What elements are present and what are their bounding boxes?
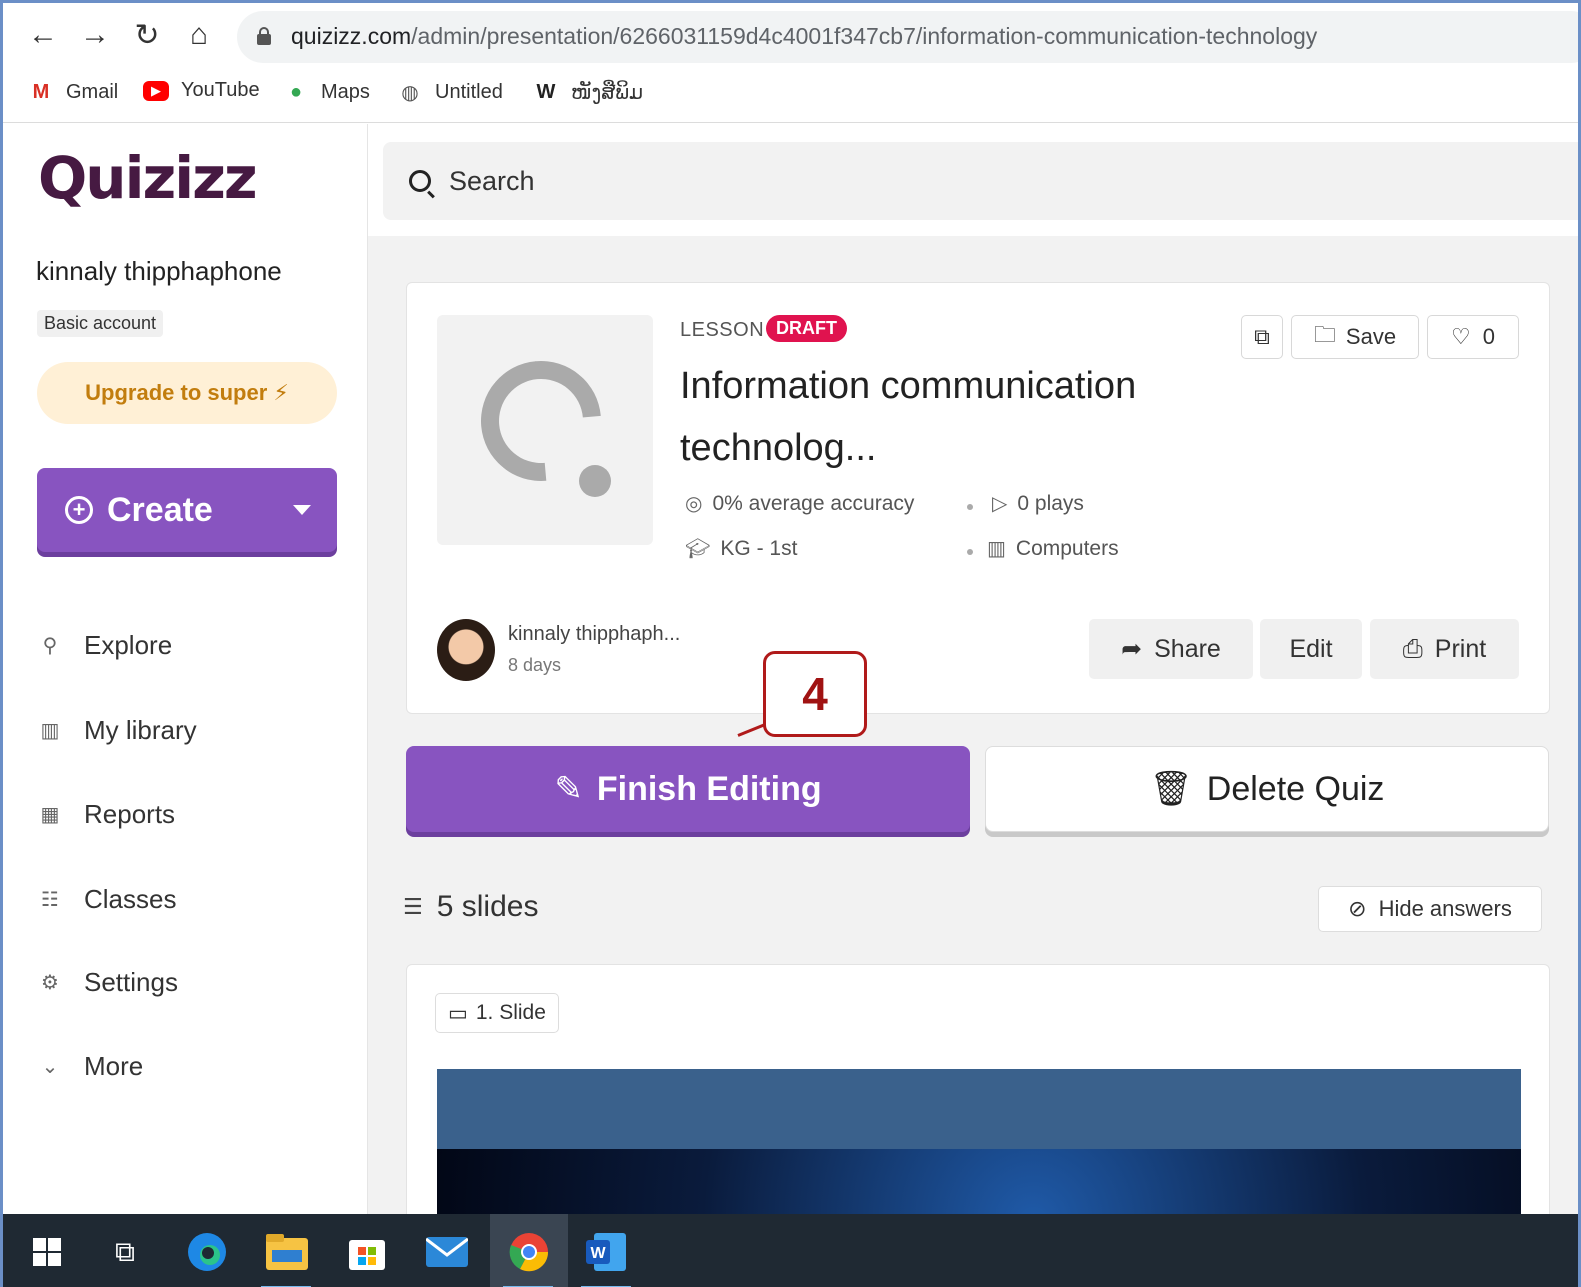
browser-toolbar: ← → ↻ ⌂ quizizz.com/admin/presentation/6… [3, 3, 1578, 69]
presentation-icon: ▭ [448, 1001, 468, 1025]
caret-down-icon [293, 505, 311, 515]
bookmark-newspaper[interactable]: W ໜັງສືພິມ [533, 79, 644, 105]
books-icon: ▥ [987, 538, 1006, 560]
target-icon: ◎ [685, 493, 703, 515]
plus-circle-icon: + [65, 496, 93, 524]
windows-start-icon[interactable] [21, 1226, 73, 1278]
taskbar: ⧉ W [3, 1214, 1578, 1287]
create-button[interactable]: + Create [37, 468, 337, 552]
sidebar: Quizizz kinnaly thipphaphone Basic accou… [6, 124, 368, 1214]
youtube-icon: ▶ [143, 80, 169, 101]
finish-editing-button[interactable]: ✎ Finish Editing [406, 746, 970, 832]
user-name: kinnaly thipphaphone [36, 256, 282, 286]
hide-answers-button[interactable]: ⊘ Hide answers [1318, 886, 1542, 932]
sidebar-item-more[interactable]: ⌄ More [36, 1051, 144, 1082]
window-frame: ← → ↻ ⌂ quizizz.com/admin/presentation/6… [0, 0, 1581, 1287]
copy-button[interactable]: ⧉ [1241, 315, 1283, 359]
forward-arrow-icon[interactable]: → [75, 15, 115, 55]
slide-tag: ▭ 1. Slide [435, 993, 559, 1033]
file-explorer-icon[interactable] [261, 1226, 313, 1278]
reports-icon: ▦ [40, 804, 60, 826]
create-label: Create [107, 490, 213, 529]
graduation-cap-icon: 🎓︎ [685, 538, 711, 560]
chevron-down-icon: ⌄ [41, 1056, 59, 1078]
sidebar-item-explore[interactable]: ⚲ Explore [36, 630, 172, 661]
sidebar-item-settings[interactable]: ⚙ Settings [36, 967, 178, 998]
explore-icon: ⚲ [42, 635, 58, 657]
bookmark-maps[interactable]: ● Maps [283, 79, 370, 105]
print-button[interactable]: ⎙ Print [1370, 619, 1519, 679]
q-dot [579, 465, 611, 497]
url-text: quizizz.com/admin/presentation/626603115… [291, 23, 1318, 49]
sidebar-item-reports[interactable]: ▦ Reports [36, 799, 176, 830]
draft-badge: DRAFT [766, 315, 847, 342]
like-button[interactable]: ♡ 0 [1427, 315, 1519, 359]
gmail-icon: M [32, 80, 50, 103]
account-badge: Basic account [37, 310, 164, 337]
share-button[interactable]: ➦ Share [1089, 619, 1253, 679]
meta-separator [967, 549, 973, 555]
quiz-thumbnail [437, 315, 653, 545]
edge-icon[interactable] [181, 1226, 233, 1278]
main-content: Search LESSON DRAFT Information communic… [368, 124, 1578, 1224]
folder-icon: 🗀︎ [1313, 322, 1336, 347]
classes-icon: ☷ [41, 889, 59, 911]
lock-icon [257, 27, 271, 45]
search-input[interactable]: Search [383, 142, 1578, 220]
heart-icon: ♡ [1451, 324, 1471, 349]
home-icon[interactable]: ⌂ [179, 15, 219, 55]
upgrade-button[interactable]: Upgrade to super ⚡ [37, 362, 337, 424]
reload-icon[interactable]: ↻ [127, 15, 167, 55]
bookmarks-bar: M Gmail ▶ YouTube ● Maps ◍ Untitled W ໜັງສືພິ… [3, 69, 1578, 123]
bookmark-gmail[interactable]: M Gmail [28, 79, 119, 105]
word-icon[interactable]: W [581, 1226, 633, 1278]
grade-meta: 🎓︎ KG - 1st [685, 536, 798, 561]
slide-card: ▭ 1. Slide [406, 964, 1550, 1224]
w-icon: W [536, 80, 556, 103]
author-name[interactable]: kinnaly thipphaph... [508, 623, 680, 646]
share-icon: ➦ [1121, 635, 1143, 663]
printer-icon: ⎙ [1402, 634, 1423, 663]
mail-icon[interactable] [421, 1226, 473, 1278]
address-bar[interactable]: quizizz.com/admin/presentation/626603115… [237, 11, 1578, 63]
quiz-type-label: LESSON [680, 319, 765, 341]
meta-separator [967, 504, 973, 510]
author-time: 8 days [508, 655, 562, 675]
settings-icon: ⚙ [41, 972, 59, 994]
search-label: Search [449, 165, 535, 196]
slide-preview[interactable] [437, 1069, 1521, 1223]
play-icon: ▷ [992, 493, 1008, 515]
back-arrow-icon[interactable]: ← [23, 15, 63, 55]
delete-quiz-button[interactable]: 🗑︎ Delete Quiz [985, 746, 1549, 832]
bookmark-untitled[interactable]: ◍ Untitled [397, 79, 503, 105]
bookmark-youtube[interactable]: ▶ YouTube [143, 79, 260, 102]
edit-button[interactable]: Edit [1260, 619, 1362, 679]
search-icon [409, 170, 431, 192]
quizizz-logo[interactable]: Quizizz [38, 144, 258, 212]
slides-count: ☰ 5 slides [403, 890, 539, 923]
quiz-title: Information communication technolog... [680, 365, 1137, 469]
svg-text:W: W [590, 1245, 606, 1262]
accuracy-meta: ◎ 0% average accuracy [685, 491, 915, 516]
list-icon: ☰ [403, 894, 423, 919]
maps-pin-icon: ● [289, 80, 303, 103]
chrome-icon[interactable] [503, 1226, 555, 1278]
library-icon: ▥ [40, 720, 60, 742]
store-icon[interactable] [341, 1226, 393, 1278]
copy-icon: ⧉ [1254, 324, 1270, 349]
globe-icon: ◍ [401, 81, 419, 104]
network-image [437, 1149, 1521, 1223]
avatar [437, 619, 495, 681]
edit-pencil-icon: ✎ [554, 770, 583, 808]
trash-icon: 🗑︎ [1149, 770, 1193, 808]
subject-meta: ▥ Computers [987, 536, 1119, 561]
task-view-icon[interactable]: ⧉ [99, 1226, 151, 1278]
save-button[interactable]: 🗀︎ Save [1291, 315, 1419, 359]
sidebar-item-classes[interactable]: ☷ Classes [36, 884, 176, 915]
plays-meta: ▷ 0 plays [992, 491, 1084, 516]
step-callout: 4 [763, 651, 867, 737]
quiz-card: LESSON DRAFT Information communication t… [406, 282, 1550, 714]
eye-slash-icon: ⊘ [1348, 896, 1367, 921]
sidebar-item-my-library[interactable]: ▥ My library [36, 715, 197, 746]
